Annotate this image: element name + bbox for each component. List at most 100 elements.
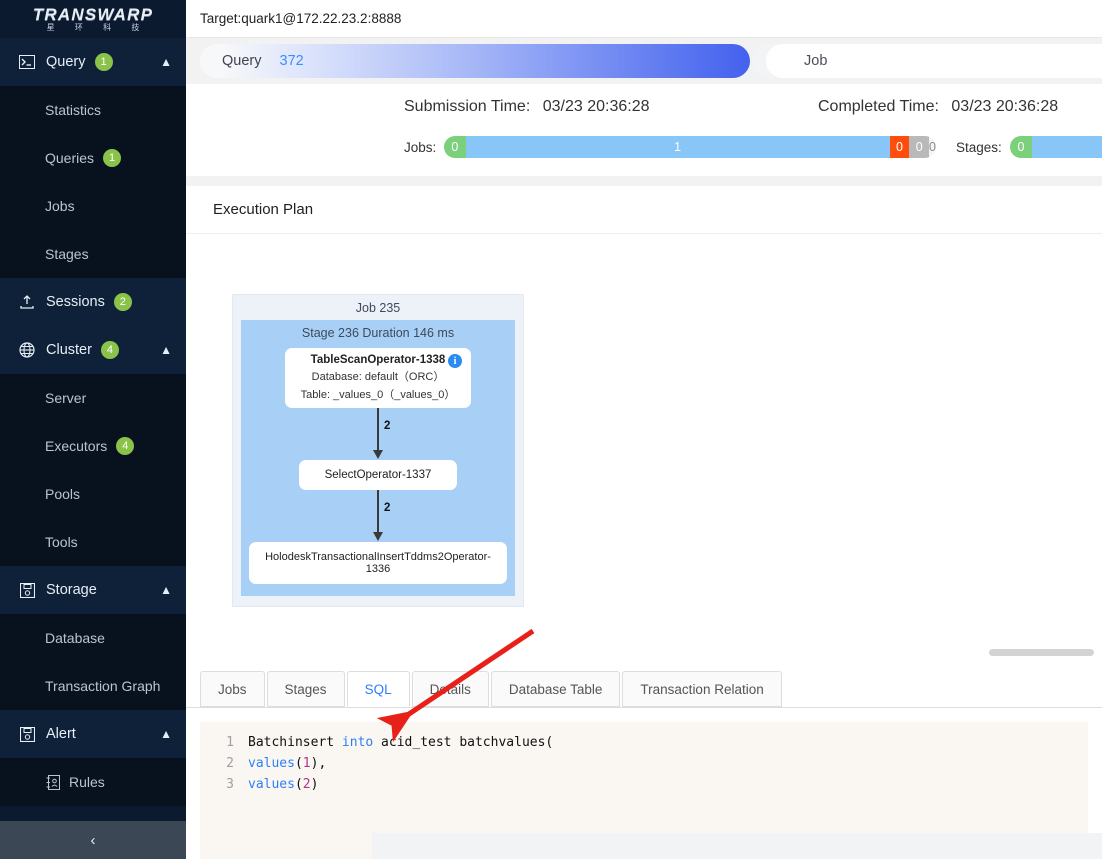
edge-line [377,408,379,452]
sql-line-text: Batchinsert into acid_test batchvalues( [248,735,554,750]
edge-line [377,490,379,534]
tab-stages[interactable]: Stages [266,671,345,707]
sidebar-item-stages-label: Stages [45,246,89,262]
app-root: TRANSWARP 星 环 科 技 Query 1 ▲ Statistics Q… [0,0,1102,859]
sidebar-item-rules[interactable]: Rules [0,758,186,806]
sql-line: 3 values(2) [200,774,1088,795]
breadcrumb-job[interactable]: Job [766,44,1102,78]
job-box[interactable]: Job 235 Stage 236 Duration 146 ms TableS… [232,294,524,607]
horizontal-scrollbar[interactable] [989,649,1094,656]
sidebar-item-queries[interactable]: Queries 1 [0,134,186,182]
chevron-up-icon[interactable]: ▲ [160,344,172,356]
upload-icon [18,293,36,311]
chevron-up-icon[interactable]: ▲ [160,584,172,596]
footer: © 2018 - 2023 Transwarp [372,833,1102,859]
sidebar-item-statistics[interactable]: Statistics [0,86,186,134]
operator-node-insert-title: HolodeskTransactionalInsertTddms2Operato… [265,551,491,575]
sidebar-group-sessions[interactable]: Sessions 2 [0,278,186,326]
sidebar-item-tools[interactable]: Tools [0,518,186,566]
sidebar-group-alert-label: Alert [46,726,76,742]
stage-box[interactable]: Stage 236 Duration 146 ms TableScanOpera… [241,320,515,596]
jobs-progress-label: Jobs: [404,140,437,155]
tab-stages-label: Stages [284,681,327,697]
info-icon[interactable]: i [448,354,462,368]
sidebar-group-cluster[interactable]: Cluster 4 ▲ [0,326,186,374]
chevron-up-icon[interactable]: ▲ [160,56,172,68]
jobs-seg-succeeded: 1 [465,136,890,158]
jobs-seg-pending: 0 [929,136,936,158]
tab-sql[interactable]: SQL [346,671,410,707]
sidebar-collapse-button[interactable]: ‹ [0,821,186,859]
tab-transaction-relation[interactable]: Transaction Relation [622,671,782,707]
sidebar-item-pools[interactable]: Pools [0,470,186,518]
sidebar-item-stages[interactable]: Stages [0,230,186,278]
jobs-seg-running: 0 [444,136,466,158]
sidebar-item-pools-label: Pools [45,486,81,502]
submission-time-value: 03/23 20:36:28 [542,98,650,115]
operator-node-select[interactable]: SelectOperator-1337 [299,460,457,490]
operator-node-insert[interactable]: HolodeskTransactionalInsertTddms2Operato… [249,542,507,584]
sidebar-group-storage-children: Database Transaction Graph [0,614,186,710]
sidebar-item-server-label: Server [45,390,87,406]
tab-database-table[interactable]: Database Table [490,671,621,707]
tab-database-table-label: Database Table [508,681,603,697]
sidebar-item-statistics-label: Statistics [45,102,102,118]
logo-sub-text: 星 环 科 技 [46,23,149,32]
edge-arrowhead-icon [373,450,383,459]
edge-arrowhead-icon [373,532,383,541]
query-info-card: Submission Time: 03/23 20:36:28 Complete… [186,84,1102,176]
completed-time-label: Completed Time: [818,98,939,115]
sidebar-group-query-badge: 1 [94,53,113,71]
sidebar-item-executors[interactable]: Executors 4 [0,422,186,470]
sidebar-item-jobs[interactable]: Jobs [0,182,186,230]
tab-sql-label: SQL [364,681,392,697]
detail-tabs: Jobs Stages SQL Details Database Table T… [186,664,1102,708]
sql-line-text: values(2) [248,777,319,792]
job-box-title: Job 235 [355,301,401,315]
sidebar-item-server[interactable]: Server [0,374,186,422]
sidebar-group-alert[interactable]: Alert ▲ [0,710,186,758]
target-label: Target:quark1@172.22.23.2:8888 [200,11,402,26]
sql-line: 2 values(1), [200,753,1088,774]
submission-time: Submission Time: 03/23 20:36:28 [404,98,649,116]
tab-transaction-relation-label: Transaction Relation [640,681,764,697]
sidebar-group-query[interactable]: Query 1 ▲ [0,38,186,86]
sidebar-item-transaction-graph-label: Transaction Graph [45,678,161,694]
terminal-icon [18,53,36,71]
chevron-left-icon: ‹ [90,831,96,849]
sidebar-group-sessions-badge: 2 [113,293,132,311]
jobs-progress-bar[interactable]: 0 1 0 0 0 [444,136,936,158]
completed-time-value: 03/23 20:36:28 [951,98,1059,115]
target-bar: Target:quark1@172.22.23.2:8888 [186,0,1102,38]
stages-seg-succeeded: 1 [1032,136,1102,158]
query-times-row: Submission Time: 03/23 20:36:28 Complete… [186,98,1102,124]
sql-line: 1 Batchinsert into acid_test batchvalues… [200,732,1088,753]
sidebar-item-database-label: Database [45,630,105,646]
detail-tabs-panel: Jobs Stages SQL Details Database Table T… [186,664,1102,859]
breadcrumb-query-label: Query [222,53,262,69]
execution-plan-canvas[interactable]: Job 235 Stage 236 Duration 146 ms TableS… [186,234,1102,664]
sidebar-item-queries-label: Queries [45,150,95,166]
edge-select-to-insert-label: 2 [384,502,391,514]
sidebar-item-database[interactable]: Database [0,614,186,662]
completed-time: Completed Time: 03/23 20:36:28 [818,98,1058,116]
sidebar-item-jobs-label: Jobs [45,198,75,214]
execution-plan-panel: Execution Plan Job 235 Stage 236 Duratio… [186,186,1102,664]
sql-line-number: 2 [226,756,234,771]
tab-details[interactable]: Details [411,671,489,707]
stages-progress-bar[interactable]: 0 1 [1010,136,1102,158]
sidebar: TRANSWARP 星 环 科 技 Query 1 ▲ Statistics Q… [0,0,186,859]
breadcrumb-query[interactable]: Query 372 [200,44,750,78]
brand-logo[interactable]: TRANSWARP 星 环 科 技 [0,0,186,38]
chevron-up-icon[interactable]: ▲ [160,728,172,740]
sidebar-group-sessions-label: Sessions [46,294,105,310]
sidebar-group-alert-children: Rules [0,758,186,806]
save-icon [18,581,36,599]
sidebar-group-storage[interactable]: Storage ▲ [0,566,186,614]
execution-plan-title-label: Execution Plan [213,201,314,218]
sidebar-item-transaction-graph[interactable]: Transaction Graph [0,662,186,710]
sql-line-number: 3 [226,777,234,792]
operator-node-tablescan[interactable]: TableScanOperator-1338 Database: default… [285,348,471,408]
jobs-seg-failed: 0 [889,136,910,158]
tab-jobs[interactable]: Jobs [200,671,265,707]
